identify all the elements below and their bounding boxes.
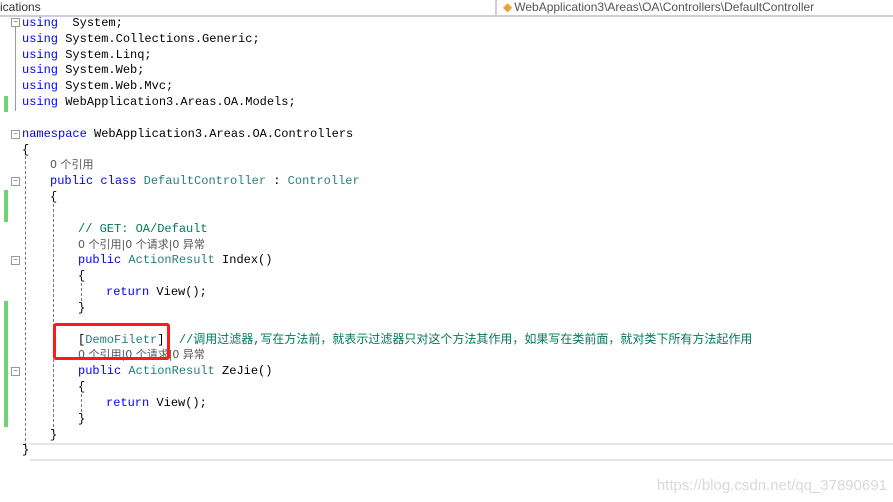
indent-guide xyxy=(81,283,82,301)
collapse-icon[interactable]: − xyxy=(11,177,20,186)
watermark: https://blog.csdn.net/qq_37890691 xyxy=(656,477,887,494)
code-token: : xyxy=(266,174,288,189)
code-token: { xyxy=(50,190,58,205)
code-line[interactable]: { xyxy=(50,189,57,205)
code-line[interactable]: public class DefaultController : Control… xyxy=(50,173,360,189)
current-line-highlight xyxy=(30,443,893,461)
code-token: return xyxy=(106,395,150,410)
code-line[interactable]: { xyxy=(78,268,85,284)
code-token: { xyxy=(78,380,86,395)
code-token: ActionResult xyxy=(128,253,215,268)
change-bar xyxy=(4,301,8,427)
change-bar xyxy=(4,96,8,112)
csharp-file-icon: ◆ xyxy=(503,0,513,14)
code-line[interactable]: return View(); xyxy=(106,284,207,300)
code-token: { xyxy=(22,142,30,157)
code-token: using xyxy=(22,16,59,30)
codelens-info[interactable]: 0 个引用|0 个请求|0 异常 xyxy=(78,238,205,251)
code-token: Index() xyxy=(214,253,273,268)
change-bar xyxy=(4,190,8,222)
code-line[interactable]: 0 个引用 xyxy=(50,157,94,173)
code-token: } xyxy=(78,300,86,315)
code-line[interactable]: using System.Web; xyxy=(22,62,144,78)
code-token: using xyxy=(22,63,59,78)
codelens-info[interactable]: 0 个引用 xyxy=(50,158,94,171)
code-line[interactable]: using System; xyxy=(22,15,123,31)
code-token: ZeJie() xyxy=(214,364,273,379)
code-line[interactable]: } xyxy=(22,442,29,458)
collapse-icon[interactable]: − xyxy=(11,256,20,265)
code-token: public xyxy=(50,174,94,189)
tab-file-path[interactable]: ◆ WebApplication3\Areas\OA\Controllers\De… xyxy=(495,0,814,15)
code-line[interactable]: { xyxy=(78,379,85,395)
code-token: DefaultController xyxy=(143,174,267,189)
indent-guide xyxy=(81,394,82,412)
code-token: namespace xyxy=(22,126,87,141)
code-token: class xyxy=(100,174,137,189)
code-line[interactable]: return View(); xyxy=(106,395,207,411)
code-token: WebApplication3.Areas.OA.Controllers xyxy=(86,126,354,141)
code-token: } xyxy=(22,443,30,458)
code-token: System.Web; xyxy=(58,63,145,78)
code-line[interactable]: { xyxy=(22,142,29,158)
code-token: using xyxy=(22,31,59,46)
indent-guide xyxy=(53,204,54,432)
collapse-icon[interactable]: − xyxy=(11,130,20,139)
code-token: System.Collections.Generic; xyxy=(58,31,260,46)
code-line[interactable]: namespace WebApplication3.Areas.OA.Contr… xyxy=(22,126,353,142)
code-line[interactable]: [DemoFiletr] //调用过滤器,写在方法前，就表示过滤器只对这个方法其… xyxy=(78,332,752,348)
code-token: } xyxy=(78,411,86,426)
code-line[interactable]: // GET: OA/Default xyxy=(78,221,208,237)
code-token: View(); xyxy=(149,285,207,300)
code-token: System.Web.Mvc; xyxy=(58,79,174,94)
indent-guide xyxy=(25,156,26,446)
code-token: System; xyxy=(58,16,123,30)
code-token: } xyxy=(50,427,58,442)
code-line[interactable]: } xyxy=(78,300,85,316)
code-token: System.Linq; xyxy=(58,47,152,62)
code-token: using xyxy=(22,95,59,110)
collapse-icon[interactable]: − xyxy=(11,18,20,27)
code-token: ActionResult xyxy=(128,364,215,379)
code-token: View(); xyxy=(149,395,207,410)
collapse-icon[interactable]: − xyxy=(11,367,20,376)
code-token: public xyxy=(78,253,122,268)
code-line[interactable]: } xyxy=(50,427,57,443)
code-line[interactable]: using WebApplication3.Areas.OA.Models; xyxy=(22,94,296,110)
document-tab-bar: ications ◆ WebApplication3\Areas\OA\Contr… xyxy=(0,0,893,17)
code-token: public xyxy=(78,364,122,379)
code-line[interactable]: } xyxy=(78,411,85,427)
code-token: WebApplication3.Areas.OA.Models; xyxy=(58,95,296,110)
code-token: using xyxy=(22,47,59,62)
outline-guide xyxy=(15,27,16,111)
code-line[interactable]: public ActionResult Index() xyxy=(78,252,272,268)
code-line[interactable]: public ActionResult ZeJie() xyxy=(78,363,272,379)
code-token: //调用过滤器,写在方法前，就表示过滤器只对这个方法其作用，如果写在类前面，就对… xyxy=(178,332,753,347)
code-token: Controller xyxy=(287,174,360,189)
tab-solution[interactable]: ications xyxy=(0,0,41,15)
code-line[interactable]: using System.Collections.Generic; xyxy=(22,31,260,47)
tab-file-path-label: WebApplication3\Areas\OA\Controllers\Def… xyxy=(514,0,815,14)
code-token: { xyxy=(78,269,86,284)
code-line[interactable]: using System.Web.Mvc; xyxy=(22,78,173,94)
annotation-highlight-box xyxy=(53,323,170,360)
code-token: using xyxy=(22,79,59,94)
code-token: return xyxy=(106,285,150,300)
code-line[interactable]: using System.Linq; xyxy=(22,47,152,63)
code-line[interactable]: 0 个引用|0 个请求|0 异常 xyxy=(78,237,205,253)
editor-area: − − − − − using System; using System.Coll… xyxy=(0,6,893,502)
code-token: // GET: OA/Default xyxy=(78,221,208,236)
